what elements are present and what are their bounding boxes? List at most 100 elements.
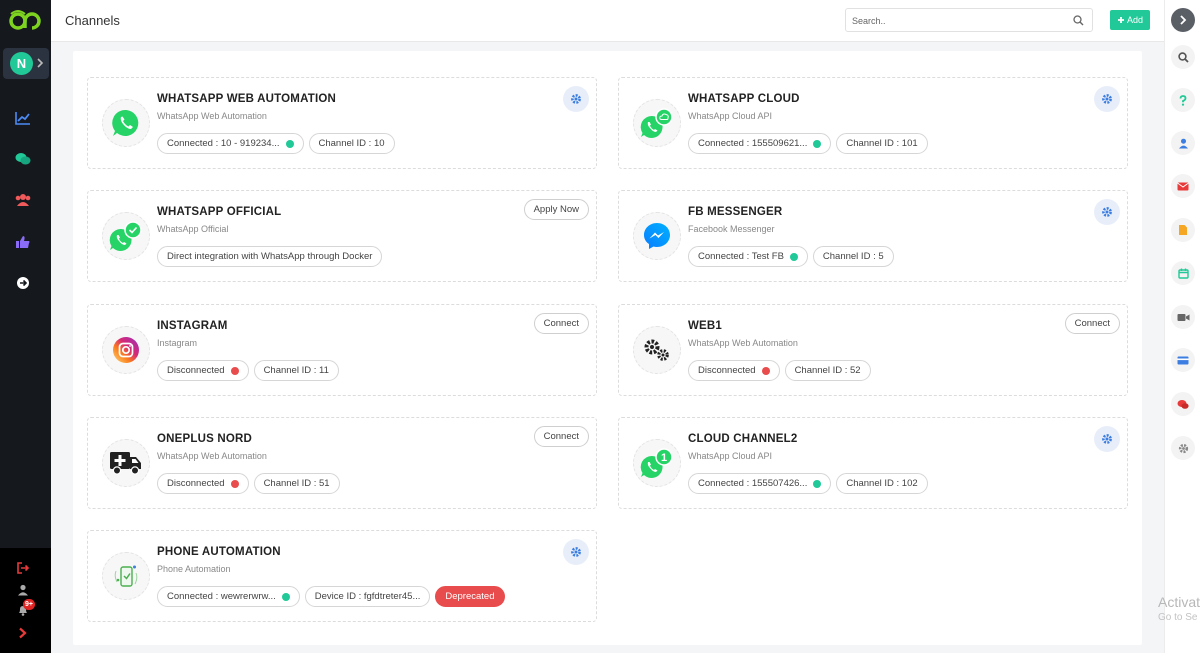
channel-title: WEB1 <box>688 320 723 332</box>
rs-video[interactable] <box>1171 305 1195 329</box>
channel-settings-button[interactable] <box>563 86 589 112</box>
channel-subtitle: Instagram <box>157 338 198 348</box>
right-panel-toggle[interactable] <box>1171 8 1195 32</box>
whatsapp-icon <box>102 99 150 147</box>
logo-number: 1 <box>661 452 667 464</box>
channels-panel: WHATSAPP WEB AUTOMATION WhatsApp Web Aut… <box>73 51 1142 645</box>
calendar-icon <box>1177 268 1189 279</box>
channel-card[interactable]: 1 CLOUD CHANNEL2 WhatsApp Cloud API Conn… <box>618 417 1128 509</box>
app-logo[interactable] <box>9 8 41 34</box>
chat-bubbles-icon <box>15 153 31 165</box>
channel-settings-button[interactable] <box>1094 86 1120 112</box>
channel-settings-button[interactable] <box>1094 426 1120 452</box>
nav-campaigns[interactable] <box>13 232 33 252</box>
channel-id-chip: Channel ID : 5 <box>812 246 894 267</box>
nav-chats[interactable] <box>13 149 33 169</box>
avatar: N <box>10 52 33 75</box>
channel-id-chip: Channel ID : 10 <box>308 133 395 154</box>
search-icon <box>1177 51 1189 63</box>
channel-card[interactable]: WEB1 WhatsApp Web Automation Disconnecte… <box>618 304 1128 396</box>
channel-card[interactable]: PHONE AUTOMATION Phone Automation Connec… <box>87 530 597 622</box>
status-dot <box>761 366 770 375</box>
connect-button[interactable]: Connect <box>533 426 589 447</box>
activation-watermark-sub: Go to Se <box>1158 612 1198 623</box>
channel-settings-button[interactable] <box>563 539 589 565</box>
channel-title: PHONE AUTOMATION <box>157 546 281 558</box>
add-channel-button[interactable]: Add <box>1110 10 1150 30</box>
channel-card[interactable]: ONEPLUS NORD WhatsApp Web Automation Dis… <box>87 417 597 509</box>
channel-card[interactable]: WHATSAPP WEB AUTOMATION WhatsApp Web Aut… <box>87 77 597 169</box>
channel-title: WHATSAPP OFFICIAL <box>157 206 282 218</box>
ambulance-icon <box>102 439 150 487</box>
status-dot <box>230 479 239 488</box>
logout-button[interactable] <box>13 558 33 578</box>
apply-now-button[interactable]: Apply Now <box>523 199 589 220</box>
expand-sidebar-button[interactable] <box>13 623 33 643</box>
rs-billing[interactable] <box>1171 348 1195 372</box>
channel-title: ONEPLUS NORD <box>157 433 253 445</box>
gear-icon <box>1102 434 1112 444</box>
search-input[interactable] <box>852 13 1062 28</box>
plus-icon <box>1117 17 1124 23</box>
nav-analytics[interactable] <box>13 108 33 128</box>
rs-documents[interactable] <box>1171 218 1195 242</box>
rs-contacts[interactable] <box>1171 131 1195 155</box>
logout-icon <box>17 562 29 574</box>
integration-note-chip: Direct integration with WhatsApp through… <box>157 246 383 267</box>
channel-subtitle: WhatsApp Web Automation <box>157 451 267 461</box>
status-dot <box>813 139 822 148</box>
channel-subtitle: WhatsApp Official <box>157 224 229 234</box>
credit-card-icon <box>1177 356 1189 364</box>
rs-help[interactable] <box>1171 88 1195 112</box>
channel-title: FB MESSENGER <box>688 206 783 218</box>
top-bar: Channels Add <box>51 0 1164 42</box>
gear-icon <box>571 94 581 104</box>
arrow-circle-right-icon <box>17 277 29 289</box>
status-dot <box>789 252 798 261</box>
status-dot <box>230 366 239 375</box>
instagram-icon <box>102 326 150 374</box>
thumbs-up-icon <box>16 236 30 248</box>
channel-card[interactable]: WHATSAPP OFFICIAL WhatsApp Official Dire… <box>87 190 597 282</box>
file-icon <box>1179 225 1187 235</box>
channel-card[interactable]: FB MESSENGER Facebook Messenger Connecte… <box>618 190 1128 282</box>
profile-button[interactable] <box>13 580 33 600</box>
gear-icon <box>1178 443 1188 453</box>
left-sidebar: N 9+ <box>0 0 51 653</box>
gear-icon <box>1102 94 1112 104</box>
users-icon <box>15 194 31 206</box>
channel-id-chip: Channel ID : 51 <box>253 473 340 494</box>
phone-automation-icon <box>102 552 150 600</box>
channel-card[interactable]: INSTAGRAM Instagram Disconnected Channel… <box>87 304 597 396</box>
add-button-label: Add <box>1126 15 1143 25</box>
connect-button[interactable]: Connect <box>533 313 589 334</box>
nav-go[interactable] <box>13 273 33 293</box>
deprecated-badge: Deprecated <box>435 586 505 607</box>
messenger-icon <box>633 212 681 260</box>
channel-id-chip: Channel ID : 102 <box>836 473 928 494</box>
search-box[interactable] <box>845 8 1093 32</box>
channel-settings-button[interactable] <box>1094 199 1120 225</box>
connect-button[interactable]: Connect <box>1064 313 1120 334</box>
channel-id-chip: Channel ID : 52 <box>784 360 871 381</box>
channel-subtitle: Phone Automation <box>157 564 231 574</box>
nav-contacts[interactable] <box>13 190 33 210</box>
search-icon[interactable] <box>1073 15 1084 26</box>
channel-subtitle: WhatsApp Cloud API <box>688 451 773 461</box>
rs-calendar[interactable] <box>1171 261 1195 285</box>
channel-title: INSTAGRAM <box>157 320 228 332</box>
page-title: Channels <box>65 13 120 28</box>
question-icon <box>1179 94 1187 106</box>
rs-comments[interactable] <box>1171 392 1195 416</box>
rs-search[interactable] <box>1171 45 1195 69</box>
channel-subtitle: WhatsApp Web Automation <box>157 111 267 121</box>
right-sidebar <box>1164 0 1200 653</box>
rs-settings[interactable] <box>1171 436 1195 460</box>
rs-mail[interactable] <box>1171 174 1195 198</box>
channel-card[interactable]: WHATSAPP CLOUD WhatsApp Cloud API Connec… <box>618 77 1128 169</box>
notification-badge: 9+ <box>23 599 35 610</box>
channel-id-chip: Channel ID : 11 <box>253 360 339 381</box>
status-chip: Disconnected <box>157 360 249 381</box>
user-switcher[interactable]: N <box>3 48 49 79</box>
status-dot <box>285 139 294 148</box>
